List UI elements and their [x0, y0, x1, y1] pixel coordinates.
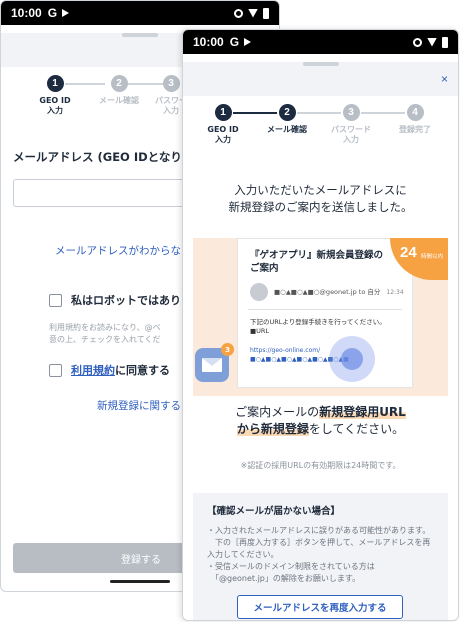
help-text: ・入力されたメールアドレスに誤りがある可能性があります。 下の［再度入力する］ボ… — [207, 526, 431, 583]
email-body: 下記のURLより登録手続きを行ってください。 ■URL — [250, 318, 386, 335]
reenter-email-button[interactable]: メールアドレスを再度入力する — [237, 595, 403, 619]
recaptcha-label: 私はロボットではあり — [71, 294, 181, 307]
status-bar: 10:00 G — [183, 30, 458, 54]
play-icon — [62, 9, 70, 17]
step-label: メール確認 — [267, 125, 307, 134]
help-title: 【確認メールが届かない場合】 — [207, 506, 341, 517]
step-complete: 4 登録完了 — [383, 104, 447, 160]
mail-app-icon: 3 — [195, 343, 234, 382]
email-sender: ■○▲■○▲■○@geonet.jp to 自分 12:34 — [250, 283, 412, 301]
step-label: 登録完了 — [399, 125, 431, 134]
sheet-handle[interactable] — [302, 62, 339, 66]
step-label: GEO ID 入力 — [207, 125, 239, 144]
instruction-bold-url: 新規登録用URL — [319, 405, 406, 419]
play-icon — [244, 38, 252, 46]
step-number: 3 — [162, 75, 180, 92]
email-subject: 『ゲオアプリ』新規会員登録の ご案内 — [250, 250, 384, 274]
status-bar: 10:00 G — [1, 1, 279, 25]
step-number: 4 — [406, 104, 424, 121]
mail-count-badge: 3 — [221, 343, 234, 356]
step-number: 2 — [278, 104, 296, 121]
data-saver-icon — [234, 8, 243, 18]
step-mail-confirm: 2 メール確認 — [255, 104, 319, 160]
terms-checkbox[interactable] — [49, 363, 62, 377]
status-time: 10:00 — [11, 6, 42, 20]
instruction-pre: ご案内メールの — [235, 405, 320, 419]
step-number: 1 — [214, 104, 232, 121]
tap-indicator-dot — [341, 348, 363, 370]
home-indicator[interactable] — [110, 580, 170, 583]
sheet-header: × — [183, 62, 458, 96]
close-icon[interactable]: × — [441, 72, 448, 86]
step-geo-id: 1 GEO ID 入力 — [191, 104, 255, 160]
instruction-post: をしてください。 — [308, 422, 405, 436]
step-label: メール確認 — [99, 96, 139, 105]
battery-icon — [442, 36, 448, 48]
google-icon: G — [47, 6, 58, 20]
email-illustration: 『ゲオアプリ』新規会員登録の ご案内 ■○▲■○▲■○@geonet.jp to… — [193, 238, 448, 446]
avatar — [250, 283, 268, 301]
step-number: 3 — [342, 104, 360, 121]
step-mail-confirm: 2 メール確認 — [87, 75, 151, 131]
battery-icon — [263, 7, 269, 19]
instruction-text: ご案内メールの新規登録用URL から新規登録をしてください。 — [193, 396, 448, 446]
recaptcha-checkbox[interactable] — [49, 293, 62, 307]
instruction-bold-register: から新規登録 — [236, 422, 309, 436]
envelope-icon — [202, 358, 222, 372]
step-password: 3 パスワード 入力 — [319, 104, 383, 160]
email-preview-card: 『ゲオアプリ』新規会員登録の ご案内 ■○▲■○▲■○@geonet.jp to… — [237, 238, 413, 388]
foreground-screen: 10:00 G × 1 GEO ID 入力 2 メール確認 3 パスワード 入力… — [182, 29, 459, 621]
status-time: 10:00 — [193, 35, 224, 49]
step-number: 2 — [110, 75, 128, 92]
step-label: パスワード 入力 — [331, 125, 371, 144]
data-saver-icon — [413, 37, 422, 47]
progress-stepper: 1 GEO ID 入力 2 メール確認 3 パスワード 入力 4 登録完了 — [183, 104, 458, 160]
google-icon: G — [229, 35, 240, 49]
step-number: 1 — [46, 75, 64, 92]
sheet-handle[interactable] — [122, 33, 158, 37]
wifi-icon — [248, 8, 258, 18]
sender-address: ■○▲■○▲■○@geonet.jp to 自分 — [274, 287, 381, 296]
terms-link[interactable]: 利用規約 — [71, 362, 115, 378]
email-time: 12:34 — [386, 288, 404, 296]
terms-agree-label: に同意する — [115, 364, 170, 377]
step-label: GEO ID 入力 — [39, 96, 71, 115]
sent-message: 入力いただいたメールアドレスに 新規登録のご案内を送信しました。 — [228, 183, 413, 214]
badge-text: 時間以内 — [421, 254, 444, 260]
wifi-icon — [427, 37, 437, 47]
badge-hours: 24 — [400, 244, 417, 261]
step-geo-id: 1 GEO ID 入力 — [23, 75, 87, 131]
validity-note: ※認証の採用URLの有効期限は24時間です。 — [240, 461, 401, 470]
